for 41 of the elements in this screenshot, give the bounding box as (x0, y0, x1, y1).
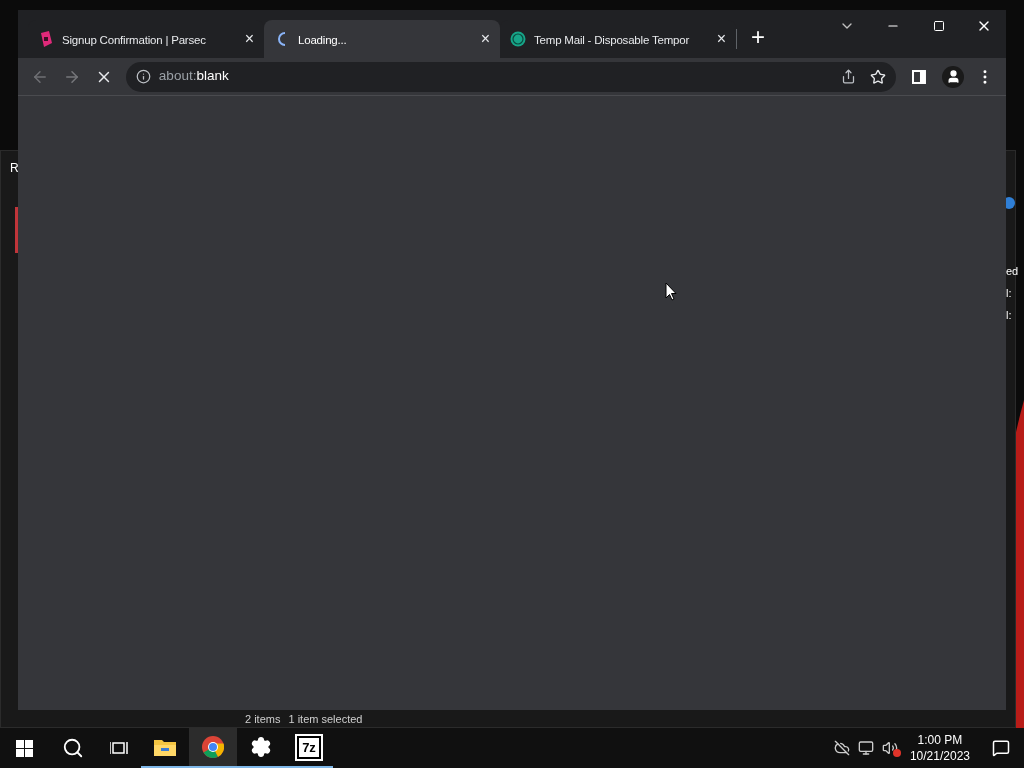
notifications-icon[interactable] (992, 739, 1010, 757)
taskbar-app-button[interactable] (189, 728, 237, 768)
status-text: 1 item selected (288, 714, 363, 725)
close-tab-button[interactable]: × (244, 31, 254, 47)
side-panel-icon[interactable] (912, 69, 927, 84)
windows-logo-icon[interactable] (16, 739, 33, 757)
browser-tab[interactable]: Loading... × (264, 20, 500, 58)
close-tab-button[interactable]: × (480, 31, 490, 47)
clock-time[interactable]: 1:00 PM (917, 732, 963, 748)
close-tab-button[interactable]: × (716, 31, 726, 47)
tab-title: Signup Confirmation | Parsec (62, 34, 206, 46)
tab-title: Loading... (298, 34, 347, 46)
task-view-icon[interactable] (110, 740, 128, 756)
tab-title: Temp Mail - Disposable Tempor (534, 34, 690, 46)
loading-spinner-icon (278, 32, 286, 46)
volume-icon[interactable] (881, 740, 898, 756)
address-bar[interactable]: about:blank (125, 61, 897, 92)
gear-icon (250, 736, 272, 758)
taskbar-app-button[interactable]: 7z (285, 728, 333, 768)
column-text: l: (1006, 286, 1013, 301)
window-text: R (10, 160, 19, 177)
search-icon[interactable] (62, 737, 84, 759)
sevenzip-logo: 7z (297, 735, 321, 759)
column-text: l: (1006, 308, 1013, 323)
mouse-cursor-icon (665, 282, 677, 301)
status-text: 2 items (245, 714, 281, 725)
parsec-logo-icon (39, 31, 53, 47)
bookmark-star-icon[interactable] (870, 68, 887, 85)
cloud-off-icon[interactable] (833, 740, 850, 756)
chrome-logo-icon (202, 736, 224, 758)
network-icon[interactable] (857, 740, 874, 756)
url-text: about:blank (158, 67, 230, 86)
clock-date[interactable]: 10/21/2023 (909, 748, 970, 764)
folder-icon (154, 738, 176, 756)
info-icon (135, 69, 151, 84)
column-text: ed (1006, 264, 1019, 279)
share-icon[interactable] (841, 69, 857, 84)
profile-avatar[interactable] (942, 65, 965, 88)
tempmail-logo-icon (510, 31, 526, 47)
maximize-icon[interactable] (933, 20, 945, 32)
new-tab-button[interactable]: + (737, 25, 779, 49)
